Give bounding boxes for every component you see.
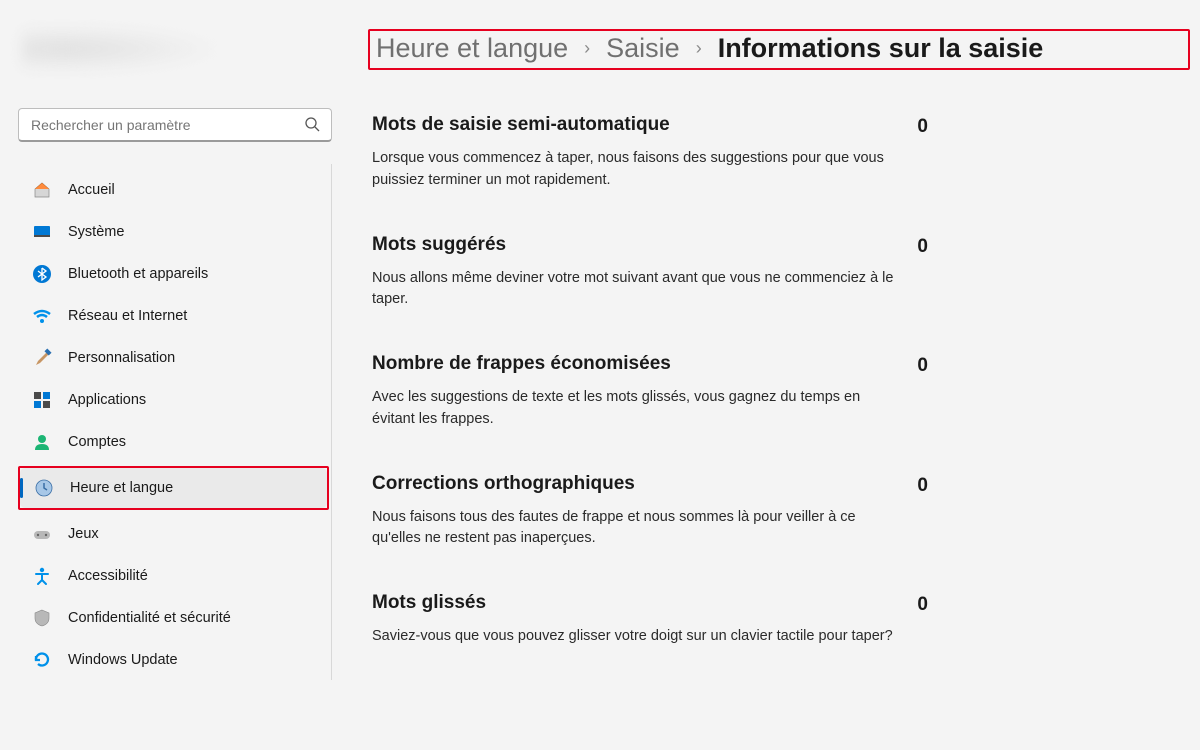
sidebar-item-label: Heure et langue bbox=[70, 480, 173, 496]
stat-title: Mots glissés bbox=[372, 592, 897, 614]
sidebar-item-accueil[interactable]: Accueil bbox=[18, 170, 329, 210]
stat-autocomplete: Mots de saisie semi-automatique Lorsque … bbox=[372, 114, 928, 192]
system-icon bbox=[32, 222, 52, 242]
stat-desc: Lorsque vous commencez à taper, nous fai… bbox=[372, 148, 897, 192]
sidebar-item-reseau[interactable]: Réseau et Internet bbox=[18, 296, 329, 336]
stat-keystrokes: Nombre de frappes économisées Avec les s… bbox=[372, 353, 928, 431]
profile-area bbox=[22, 25, 222, 73]
home-icon bbox=[32, 180, 52, 200]
accessibility-icon bbox=[32, 566, 52, 586]
windows-update-icon bbox=[32, 650, 52, 670]
sidebar-item-heure-langue[interactable]: Heure et langue bbox=[20, 468, 327, 508]
time-language-icon bbox=[34, 478, 54, 498]
chevron-right-icon: › bbox=[582, 38, 592, 59]
sidebar-item-label: Confidentialité et sécurité bbox=[68, 610, 231, 626]
stat-suggested: Mots suggérés Nous allons même deviner v… bbox=[372, 234, 928, 312]
sidebar-item-label: Personnalisation bbox=[68, 350, 175, 366]
stat-title: Nombre de frappes économisées bbox=[372, 353, 897, 375]
sidebar-item-label: Bluetooth et appareils bbox=[68, 266, 208, 282]
stat-value: 0 bbox=[917, 114, 928, 138]
stat-value: 0 bbox=[917, 353, 928, 377]
sidebar-item-label: Accueil bbox=[68, 182, 115, 198]
sidebar-item-label: Applications bbox=[68, 392, 146, 408]
stat-title: Mots de saisie semi-automatique bbox=[372, 114, 897, 136]
bluetooth-icon bbox=[32, 264, 52, 284]
network-icon bbox=[32, 306, 52, 326]
main-content: Heure et langue › Saisie › Informations … bbox=[350, 0, 1200, 750]
sidebar-item-bluetooth[interactable]: Bluetooth et appareils bbox=[18, 254, 329, 294]
breadcrumb-current: Informations sur la saisie bbox=[718, 33, 1044, 64]
search-icon bbox=[304, 116, 320, 132]
sidebar-item-label: Système bbox=[68, 224, 124, 240]
stat-title: Corrections orthographiques bbox=[372, 473, 897, 495]
sidebar-item-label: Comptes bbox=[68, 434, 126, 450]
stat-title: Mots suggérés bbox=[372, 234, 897, 256]
sidebar-item-systeme[interactable]: Système bbox=[18, 212, 329, 252]
apps-icon bbox=[32, 390, 52, 410]
stat-desc: Saviez-vous que vous pouvez glisser votr… bbox=[372, 626, 897, 648]
breadcrumb: Heure et langue › Saisie › Informations … bbox=[368, 29, 1190, 70]
sidebar-item-comptes[interactable]: Comptes bbox=[18, 422, 329, 462]
sidebar-item-accessibilite[interactable]: Accessibilité bbox=[18, 556, 329, 596]
accounts-icon bbox=[32, 432, 52, 452]
highlight-sidebar: Heure et langue bbox=[18, 466, 329, 510]
sidebar-item-personnalisation[interactable]: Personnalisation bbox=[18, 338, 329, 378]
privacy-icon bbox=[32, 608, 52, 628]
sidebar: Accueil Système Bluetooth et appareils R… bbox=[0, 0, 350, 750]
stat-value: 0 bbox=[917, 592, 928, 616]
sidebar-item-applications[interactable]: Applications bbox=[18, 380, 329, 420]
sidebar-item-label: Réseau et Internet bbox=[68, 308, 187, 324]
gaming-icon bbox=[32, 524, 52, 544]
nav: Accueil Système Bluetooth et appareils R… bbox=[18, 164, 332, 680]
stats-list: Mots de saisie semi-automatique Lorsque … bbox=[368, 114, 928, 648]
stat-desc: Nous allons même deviner votre mot suiva… bbox=[372, 268, 897, 312]
search-wrap bbox=[18, 108, 332, 142]
paintbrush-icon bbox=[32, 348, 52, 368]
sidebar-item-label: Jeux bbox=[68, 526, 99, 542]
stat-spelling: Corrections orthographiques Nous faisons… bbox=[372, 473, 928, 551]
sidebar-item-jeux[interactable]: Jeux bbox=[18, 514, 329, 554]
sidebar-item-confidentialite[interactable]: Confidentialité et sécurité bbox=[18, 598, 329, 638]
stat-desc: Nous faisons tous des fautes de frappe e… bbox=[372, 507, 897, 551]
chevron-right-icon: › bbox=[694, 38, 704, 59]
sidebar-item-windows-update[interactable]: Windows Update bbox=[18, 640, 329, 680]
stat-swiped: Mots glissés Saviez-vous que vous pouvez… bbox=[372, 592, 928, 648]
stat-value: 0 bbox=[917, 234, 928, 258]
sidebar-item-label: Windows Update bbox=[68, 652, 178, 668]
sidebar-item-label: Accessibilité bbox=[68, 568, 148, 584]
search-input[interactable] bbox=[18, 108, 332, 142]
breadcrumb-level2[interactable]: Saisie bbox=[606, 33, 680, 64]
stat-value: 0 bbox=[917, 473, 928, 497]
breadcrumb-level1[interactable]: Heure et langue bbox=[376, 33, 568, 64]
stat-desc: Avec les suggestions de texte et les mot… bbox=[372, 387, 897, 431]
